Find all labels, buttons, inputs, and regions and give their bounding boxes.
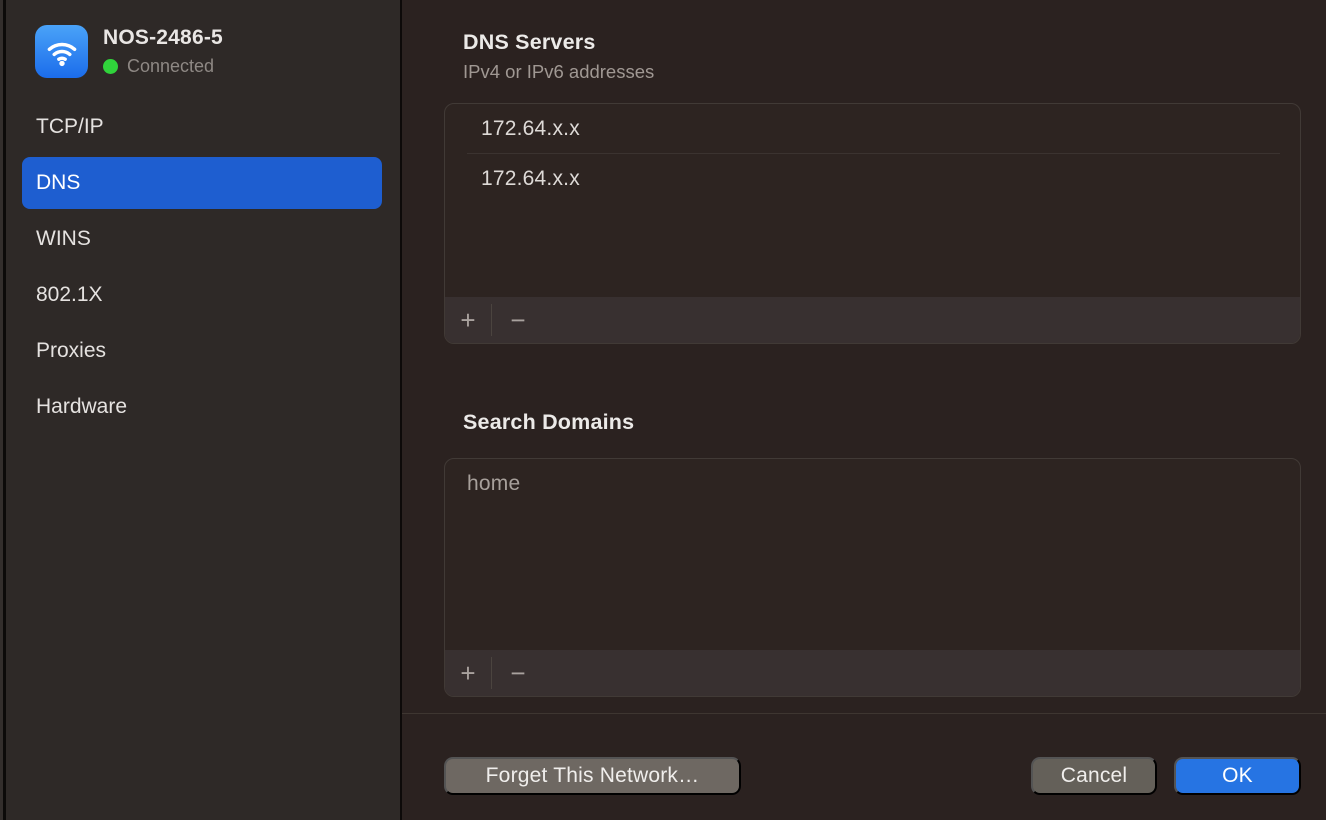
dns-settings-panel: DNS Servers IPv4 or IPv6 addresses 172.6… [402,0,1326,820]
dns-servers-toolbar: + − [445,297,1300,343]
search-domain-row[interactable]: home [445,459,1300,508]
network-status: Connected [103,56,223,77]
network-details-sheet: NOS-2486-5 Connected TCP/IP DNS WINS 802… [0,0,1326,820]
search-domains-toolbar: + − [445,650,1300,696]
add-search-domain-button[interactable]: + [445,650,491,696]
add-dns-server-button[interactable]: + [445,297,491,343]
network-header: NOS-2486-5 Connected [35,25,223,78]
sidebar: NOS-2486-5 Connected TCP/IP DNS WINS 802… [0,0,402,820]
window-edge [0,0,6,820]
sidebar-item-tcpip[interactable]: TCP/IP [22,101,382,153]
dns-servers-title: DNS Servers [463,30,595,55]
sidebar-item-8021x[interactable]: 802.1X [22,269,382,321]
sidebar-item-dns[interactable]: DNS [22,157,382,209]
network-name: NOS-2486-5 [103,26,223,50]
forget-network-button[interactable]: Forget This Network… [444,757,741,795]
connected-dot-icon [103,59,118,74]
sidebar-nav: TCP/IP DNS WINS 802.1X Proxies Hardware [22,101,382,437]
sidebar-item-hardware[interactable]: Hardware [22,381,382,433]
ok-button[interactable]: OK [1174,757,1301,795]
sidebar-item-proxies[interactable]: Proxies [22,325,382,377]
dns-servers-subtitle: IPv4 or IPv6 addresses [463,61,654,83]
dns-server-row[interactable]: 172.64.x.x [445,154,1300,203]
search-domains-list: home + − [444,458,1301,697]
sidebar-item-wins[interactable]: WINS [22,213,382,265]
footer-divider [402,713,1326,714]
remove-search-domain-button[interactable]: − [492,650,544,696]
dns-server-row[interactable]: 172.64.x.x [445,104,1300,153]
connected-label: Connected [127,56,214,77]
cancel-button[interactable]: Cancel [1031,757,1157,795]
remove-dns-server-button[interactable]: − [492,297,544,343]
search-domains-title: Search Domains [463,410,634,435]
network-meta: NOS-2486-5 Connected [103,26,223,77]
dns-servers-list: 172.64.x.x 172.64.x.x + − [444,103,1301,344]
wifi-icon [35,25,88,78]
